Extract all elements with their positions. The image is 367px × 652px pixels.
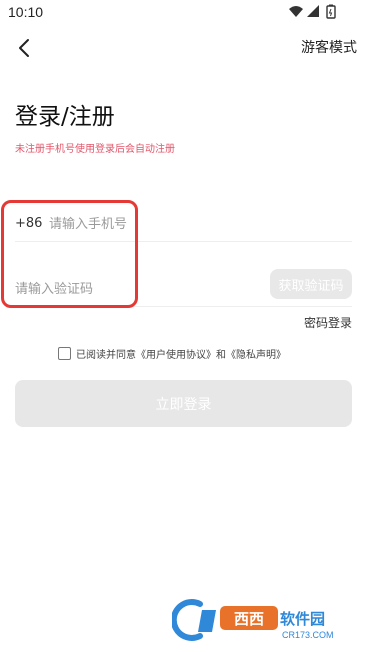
login-button[interactable]: 立即登录 (15, 380, 352, 427)
battery-icon (326, 4, 336, 19)
status-icons (287, 3, 347, 21)
back-button[interactable] (10, 34, 38, 62)
agreement-checkbox[interactable] (58, 347, 71, 360)
page-title: 登录/注册 (15, 104, 115, 130)
agreement-row: 已阅读并同意 《用户使用协议》 和 《隐私声明》 (58, 346, 286, 361)
agreement-and: 和 (216, 350, 226, 361)
privacy-policy-link[interactable]: 《隐私声明》 (226, 346, 286, 361)
signal-icon (307, 5, 319, 17)
highlight-box (1, 200, 138, 308)
svg-text:CR173.COM: CR173.COM (282, 630, 334, 640)
svg-text:西西: 西西 (234, 610, 264, 628)
wifi-icon (289, 6, 303, 17)
register-hint: 未注册手机号使用登录后会自动注册 (15, 144, 175, 155)
password-login-link[interactable]: 密码登录 (304, 314, 352, 331)
svg-text:软件园: 软件园 (280, 610, 325, 628)
chevron-left-icon (19, 39, 29, 57)
get-code-button[interactable]: 获取验证码 (270, 269, 352, 299)
agreement-prefix: 已阅读并同意 (76, 350, 136, 361)
guest-mode-button[interactable]: 游客模式 (301, 37, 357, 57)
watermark-logo: 西西 软件园 CR173.COM (170, 596, 350, 644)
status-time: 10:10 (8, 4, 44, 20)
user-agreement-link[interactable]: 《用户使用协议》 (136, 346, 216, 361)
